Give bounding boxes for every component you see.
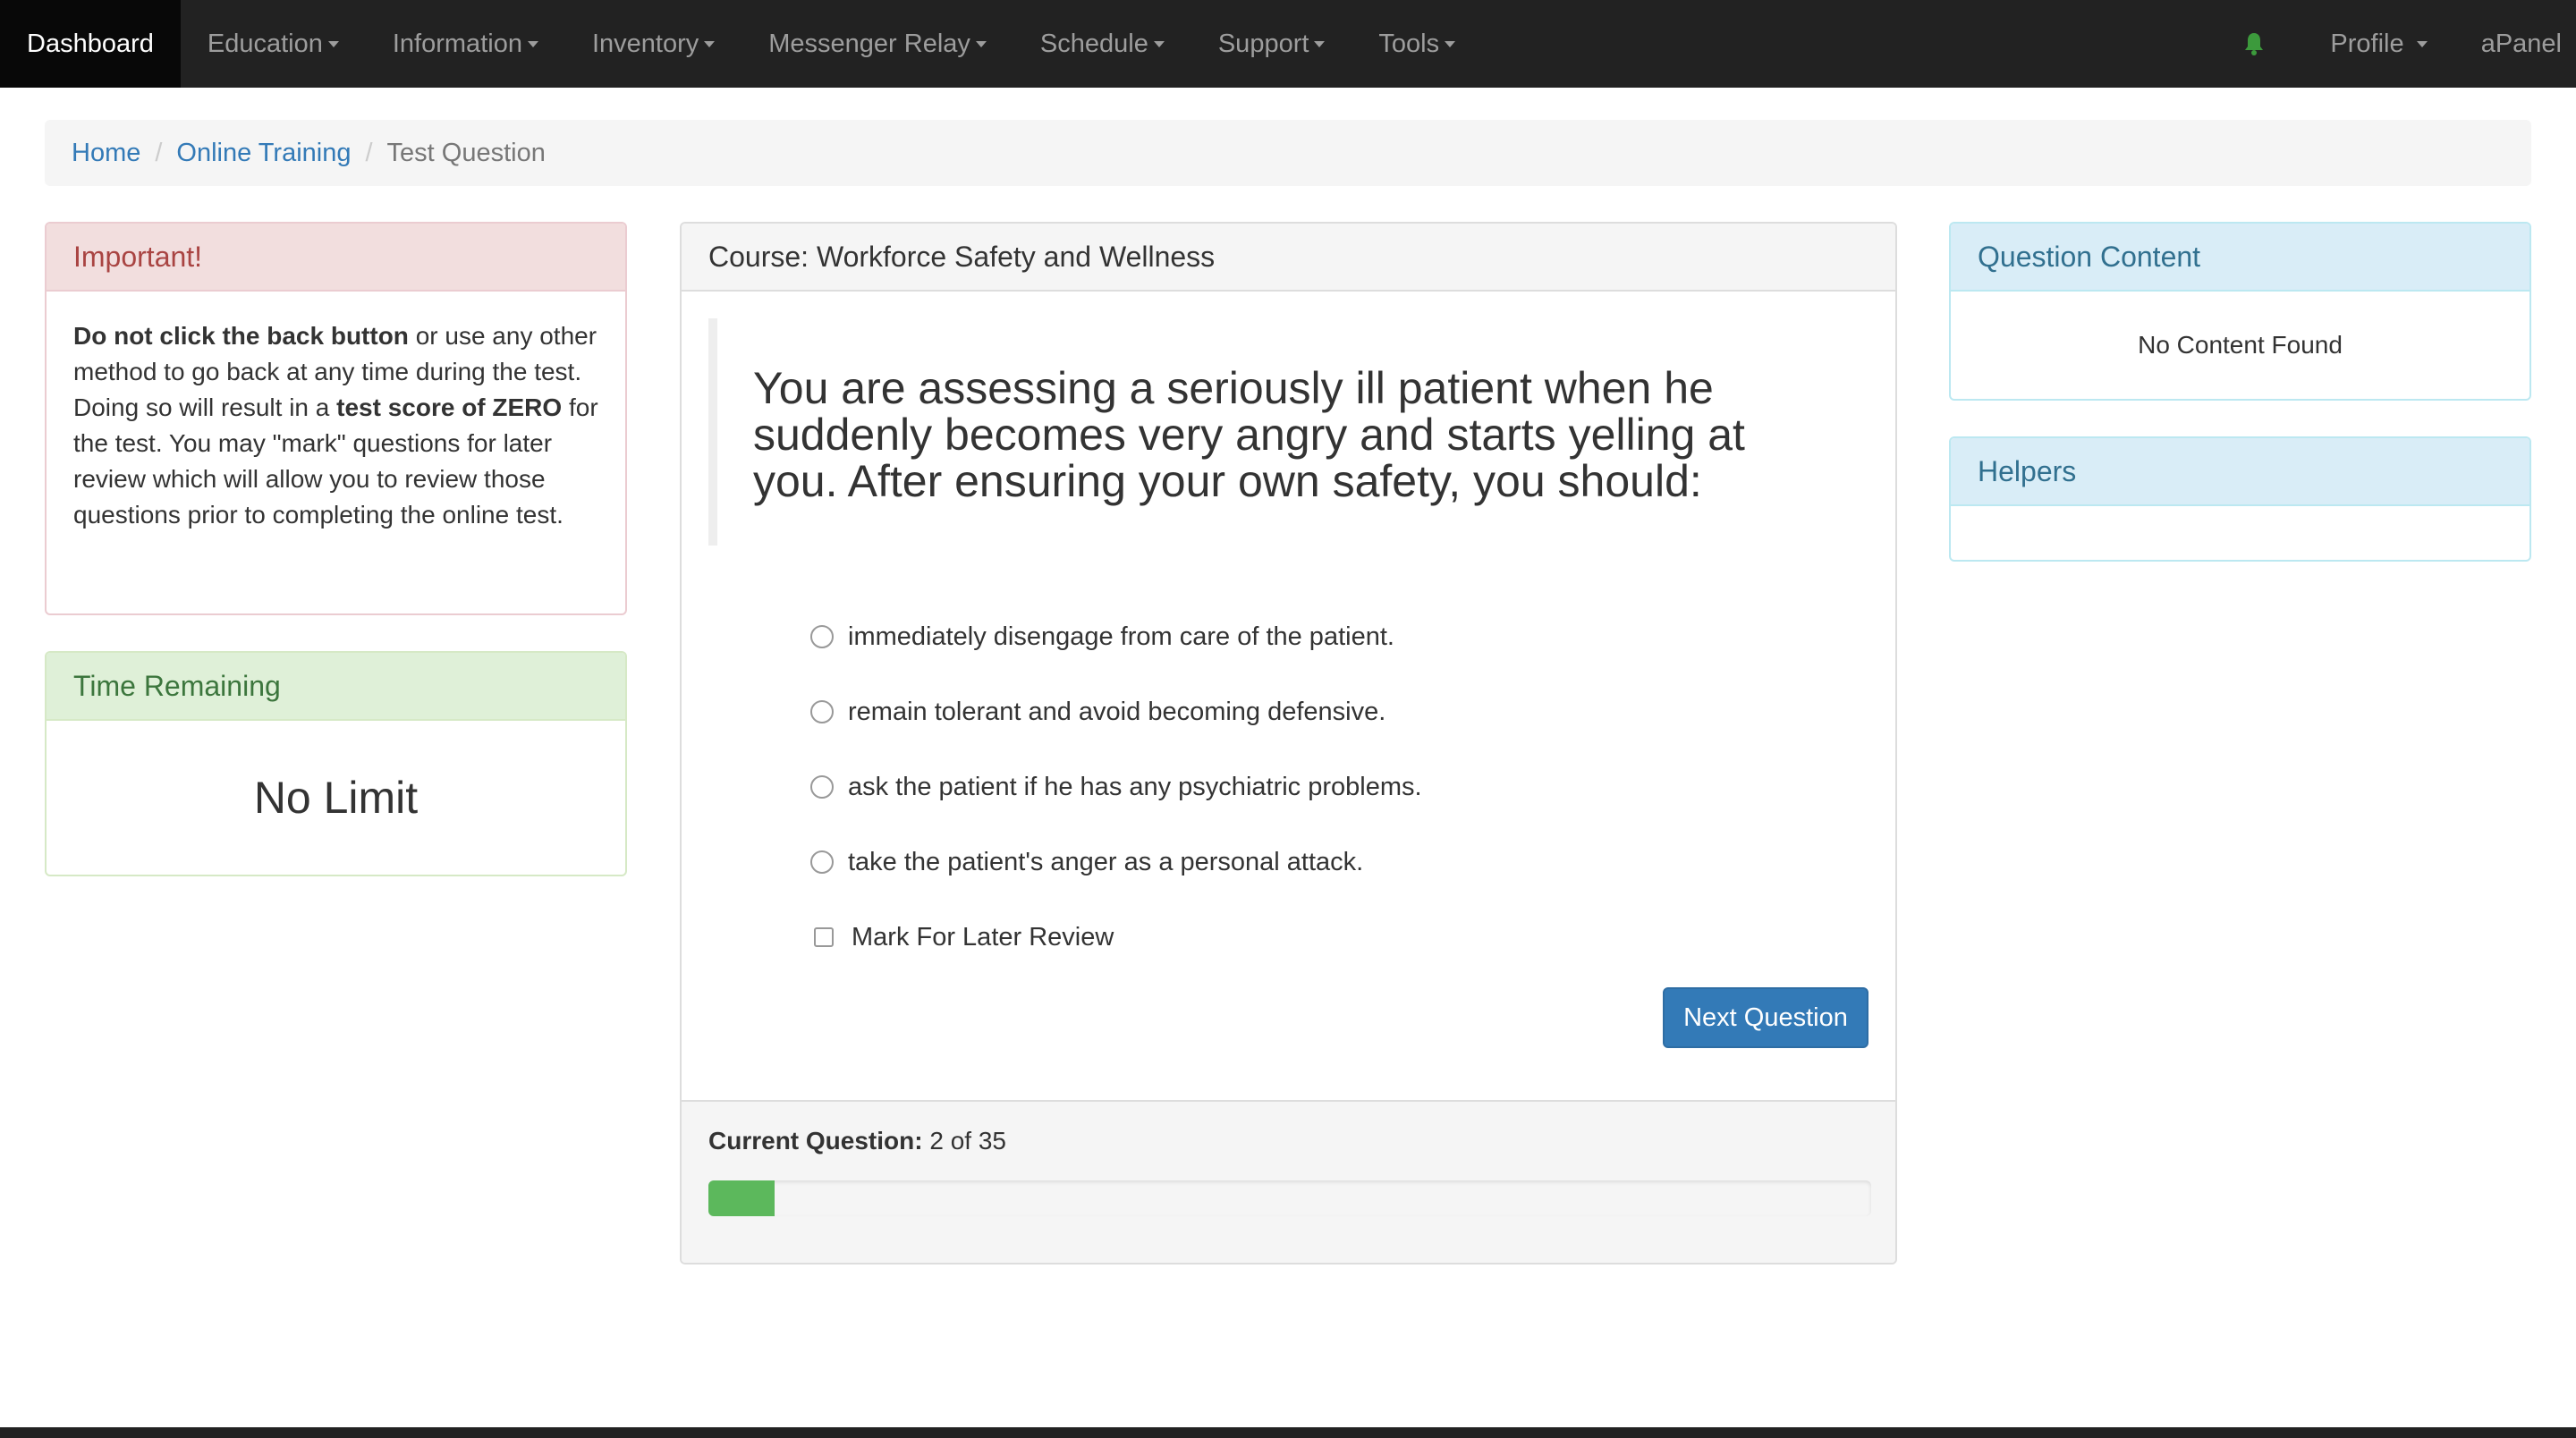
nav-profile[interactable]: Profile — [2303, 0, 2453, 88]
answer-label: immediately disengage from care of the p… — [848, 622, 1394, 651]
time-remaining-panel: Time Remaining No Limit — [45, 651, 627, 876]
nav-dashboard[interactable]: Dashboard — [0, 0, 181, 88]
nav-information[interactable]: Information — [366, 0, 565, 88]
answer-option[interactable]: immediately disengage from care of the p… — [810, 599, 1895, 674]
answer-option[interactable]: take the patient's anger as a personal a… — [810, 825, 1895, 900]
radio-button[interactable] — [810, 700, 834, 723]
answer-option[interactable]: ask the patient if he has any psychiatri… — [810, 749, 1895, 825]
bottom-bar — [0, 1427, 2576, 1438]
mark-for-review-checkbox[interactable] — [814, 927, 834, 947]
question-panel: Course: Workforce Safety and Wellness Yo… — [680, 222, 1897, 1265]
radio-button[interactable] — [810, 625, 834, 648]
mark-for-review-label: Mark For Later Review — [852, 922, 1114, 952]
nav-support-label: Support — [1217, 29, 1309, 58]
question-content-title: Question Content — [1951, 224, 2529, 292]
nav-inventory-label: Inventory — [591, 29, 699, 58]
important-bold-zero: test score of ZERO — [336, 393, 563, 421]
breadcrumb-online-training-link[interactable]: Online Training — [176, 139, 351, 168]
mark-for-review-option[interactable]: Mark For Later Review — [810, 900, 1895, 975]
nav-support[interactable]: Support — [1191, 0, 1352, 88]
breadcrumb-separator: / — [365, 138, 373, 167]
breadcrumb: Home / Online Training / Test Question — [45, 120, 2531, 186]
nav-apanel[interactable]: aPanel — [2454, 0, 2576, 88]
question-content-panel: Question Content No Content Found — [1949, 222, 2531, 401]
caret-down-icon — [975, 40, 987, 47]
course-title: Course: Workforce Safety and Wellness — [682, 224, 1895, 292]
current-question-value: 2 of 35 — [929, 1127, 1006, 1155]
nav-education-label: Education — [207, 29, 323, 58]
current-question-indicator: Current Question: 2 of 35 — [708, 1123, 1868, 1159]
time-remaining-value: No Limit — [253, 773, 419, 823]
nav-messenger-relay-label: Messenger Relay — [768, 29, 970, 58]
caret-down-icon — [1445, 40, 1456, 47]
notification-bell-icon[interactable] — [2241, 0, 2267, 88]
caret-down-icon — [327, 40, 339, 47]
question-content-body: No Content Found — [2138, 331, 2343, 359]
question-text: You are assessing a seriously ill patien… — [708, 318, 1868, 546]
nav-schedule[interactable]: Schedule — [1013, 0, 1191, 88]
caret-down-icon — [2416, 40, 2428, 47]
breadcrumb-current: Test Question — [386, 138, 546, 167]
nav-schedule-label: Schedule — [1039, 29, 1148, 58]
nav-education[interactable]: Education — [181, 0, 366, 88]
helpers-panel: Helpers — [1949, 436, 2531, 562]
next-question-button[interactable]: Next Question — [1663, 987, 1868, 1048]
answer-option[interactable]: remain tolerant and avoid becoming defen… — [810, 674, 1895, 749]
current-question-label: Current Question: — [708, 1127, 923, 1155]
important-panel-title: Important! — [47, 224, 625, 292]
breadcrumb-separator: / — [155, 138, 163, 167]
caret-down-icon — [527, 40, 538, 47]
answer-list: immediately disengage from care of the p… — [682, 546, 1895, 975]
caret-down-icon — [704, 40, 716, 47]
nav-profile-label: Profile — [2330, 29, 2404, 58]
time-remaining-title: Time Remaining — [47, 653, 625, 721]
important-bold-back-button: Do not click the back button — [73, 322, 409, 350]
nav-tools-label: Tools — [1378, 29, 1440, 58]
radio-button[interactable] — [810, 775, 834, 799]
breadcrumb-home-link[interactable]: Home — [72, 139, 140, 168]
question-footer: Current Question: 2 of 35 — [682, 1100, 1895, 1263]
nav-inventory[interactable]: Inventory — [565, 0, 741, 88]
radio-button[interactable] — [810, 850, 834, 874]
top-navbar: Dashboard Education Information Inventor… — [0, 0, 2576, 88]
important-panel: Important! Do not click the back button … — [45, 222, 627, 615]
answer-label: take the patient's anger as a personal a… — [848, 847, 1364, 876]
answer-label: remain tolerant and avoid becoming defen… — [848, 697, 1386, 726]
nav-information-label: Information — [392, 29, 522, 58]
caret-down-icon — [1153, 40, 1165, 47]
nav-tools[interactable]: Tools — [1352, 0, 1482, 88]
caret-down-icon — [1314, 40, 1326, 47]
progress-bar-track — [708, 1180, 1871, 1216]
helpers-title: Helpers — [1951, 438, 2529, 506]
progress-bar-fill — [708, 1180, 775, 1216]
important-panel-body: Do not click the back button or use any … — [47, 292, 625, 560]
nav-messenger-relay[interactable]: Messenger Relay — [741, 0, 1013, 88]
answer-label: ask the patient if he has any psychiatri… — [848, 772, 1422, 801]
